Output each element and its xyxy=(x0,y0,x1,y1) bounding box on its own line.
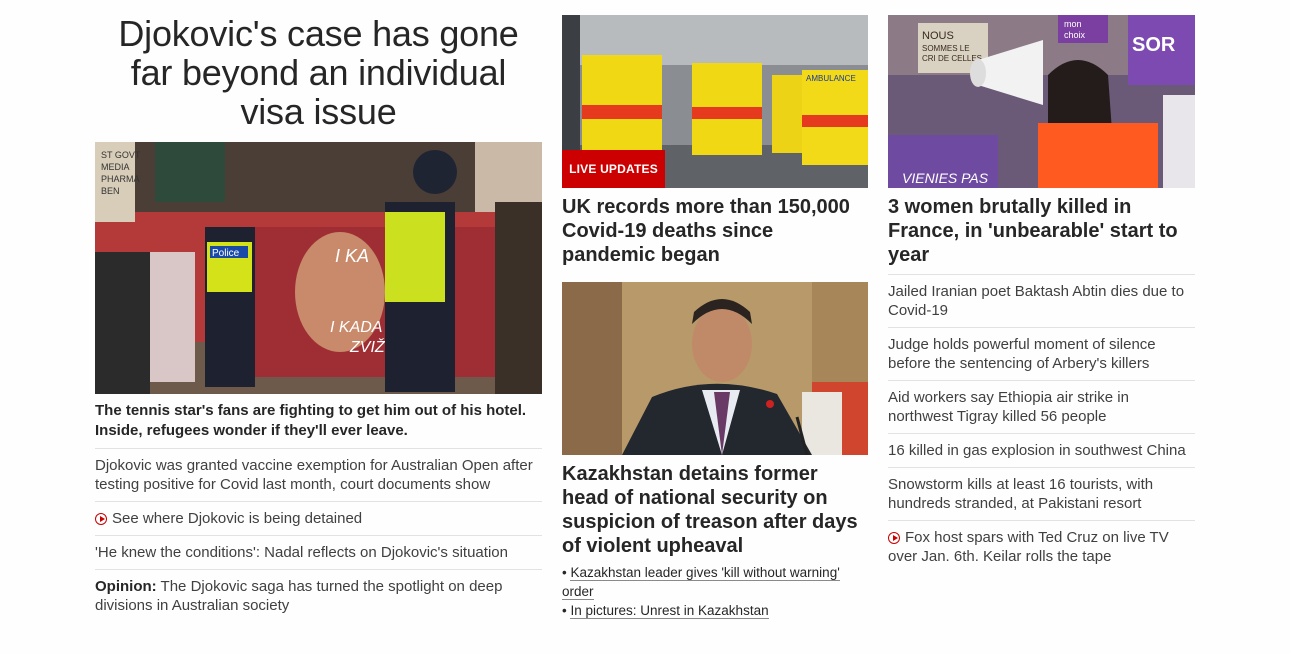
police-label: Police xyxy=(212,248,240,259)
list-item[interactable]: 'He knew the conditions': Nadal reflects… xyxy=(95,535,542,569)
banner-text-2: I KADA xyxy=(330,319,382,336)
list-item[interactable]: See where Djokovic is being detained xyxy=(95,501,542,535)
france-protest-image[interactable]: NOUS SOMMES LE CRI DE CELLES mon choix S… xyxy=(888,15,1195,188)
list-item[interactable]: Judge holds powerful moment of silence b… xyxy=(888,327,1195,380)
list-item[interactable]: • In pictures: Unrest in Kazakhstan xyxy=(562,601,868,620)
list-item[interactable]: Jailed Iranian poet Baktash Abtin dies d… xyxy=(888,274,1195,327)
related-links-list: Djokovic was granted vaccine exemption f… xyxy=(95,448,542,622)
djokovic-protest-image[interactable]: ST GOVT MEDIA PHARMA BEN I KA I KADA ZVI… xyxy=(95,142,542,394)
list-item[interactable]: Djokovic was granted vaccine exemption f… xyxy=(95,448,542,501)
sign-text: NOUS xyxy=(922,30,954,42)
list-item[interactable]: Aid workers say Ethiopia air strike in n… xyxy=(888,380,1195,433)
list-item[interactable]: Snowstorm kills at least 16 tourists, wi… xyxy=(888,467,1195,520)
play-icon xyxy=(888,532,900,544)
list-item[interactable]: Opinion: The Djokovic saga has turned th… xyxy=(95,569,542,622)
svg-text:BEN: BEN xyxy=(101,186,120,196)
main-headline[interactable]: Djokovic's case has gone far beyond an i… xyxy=(95,14,542,131)
kazakhstan-related-links: • Kazakhstan leader gives 'kill without … xyxy=(562,563,868,620)
uk-covid-headline[interactable]: UK records more than 150,000 Covid-19 de… xyxy=(562,195,868,267)
sign-sor: SOR xyxy=(1132,34,1176,56)
opinion-label: Opinion: xyxy=(95,578,157,595)
bullet-link[interactable]: In pictures: Unrest in Kazakhstan xyxy=(570,603,769,619)
france-headline[interactable]: 3 women brutally killed in France, in 'u… xyxy=(888,195,1195,267)
list-item[interactable]: Fox host spars with Ted Cruz on live TV … xyxy=(888,520,1195,573)
banner-text-3: ZVIŽ xyxy=(349,337,386,356)
banner-text: VIENIES PAS xyxy=(902,170,989,186)
svg-text:choix: choix xyxy=(1064,30,1086,40)
list-item[interactable]: • Kazakhstan leader gives 'kill without … xyxy=(562,563,868,601)
svg-text:PHARMA: PHARMA xyxy=(101,174,140,184)
list-item[interactable]: 16 killed in gas explosion in southwest … xyxy=(888,433,1195,467)
kazakhstan-headline[interactable]: Kazakhstan detains former head of nation… xyxy=(562,462,868,558)
play-icon xyxy=(95,513,107,525)
world-news-list: Jailed Iranian poet Baktash Abtin dies d… xyxy=(888,274,1195,573)
kazakhstan-official-image[interactable] xyxy=(562,282,868,455)
bullet-link[interactable]: Kazakhstan leader gives 'kill without wa… xyxy=(562,565,840,600)
svg-text:MEDIA: MEDIA xyxy=(101,162,130,172)
live-updates-badge[interactable]: LIVE UPDATES xyxy=(562,150,665,188)
svg-text:mon: mon xyxy=(1064,19,1082,29)
ambulance-text: AMBULANCE xyxy=(806,74,856,83)
sign-text: ST GOVT xyxy=(101,150,141,160)
lead-story-summary[interactable]: The tennis star's fans are fighting to g… xyxy=(95,401,542,441)
svg-text:CRI DE CELLES: CRI DE CELLES xyxy=(922,54,982,63)
svg-text:SOMMES LE: SOMMES LE xyxy=(922,44,970,53)
banner-text-1: I KA xyxy=(335,246,369,266)
